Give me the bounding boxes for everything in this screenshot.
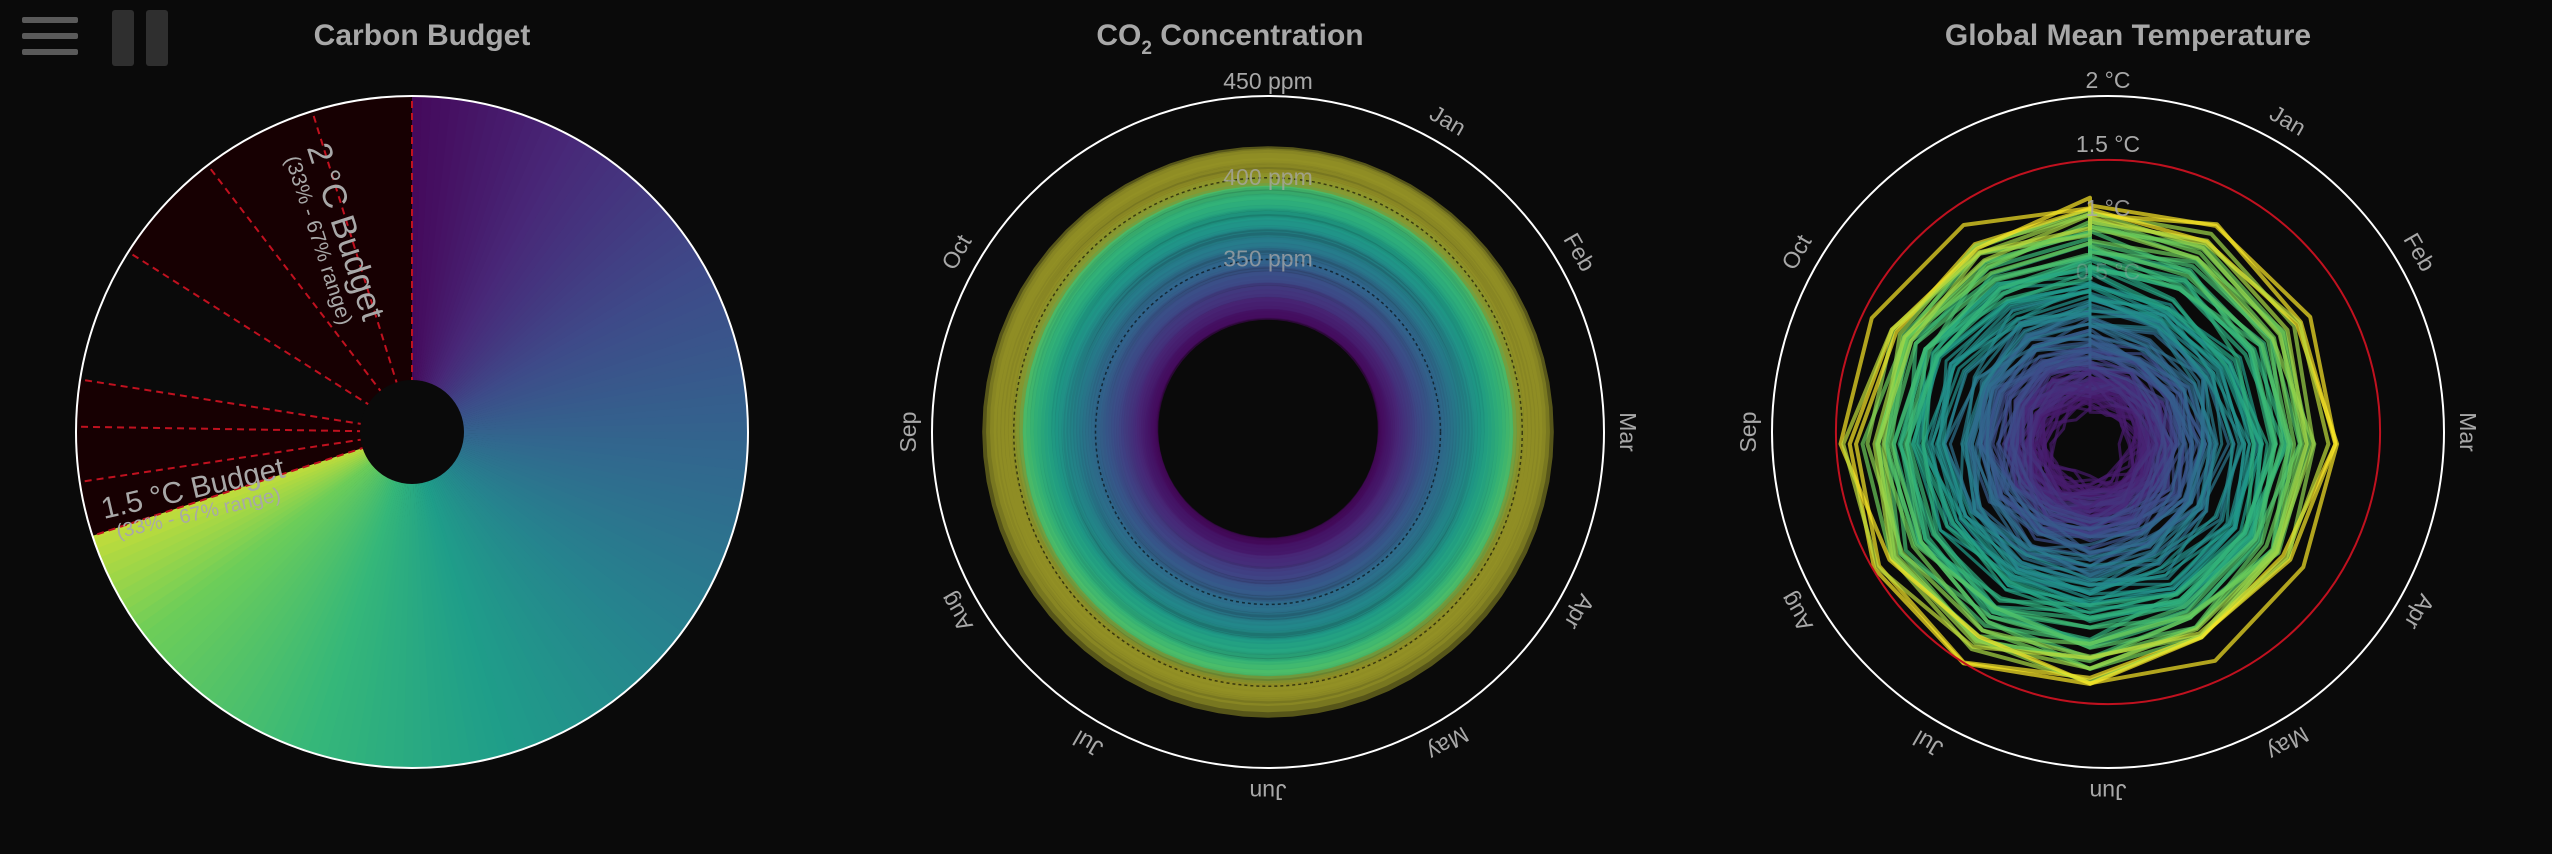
temperature-title: Global Mean Temperature	[1945, 19, 2311, 52]
month-label-text: Jan	[2265, 100, 2310, 141]
month-label-text: Aug	[1775, 588, 1818, 636]
month-label: Jan	[1425, 100, 1470, 141]
month-label-text: Apr	[1559, 590, 1600, 634]
month-label: Oct	[1776, 230, 1817, 275]
temperature-tick-label: 2 °C	[2086, 67, 2131, 93]
month-label-text: Mar	[2455, 412, 2481, 452]
co2-tick-label: 400 ppm	[1223, 164, 1313, 190]
co2-concentration-chart: CO2 Concentration 450 ppm 400 ppm 350 ppm J…	[895, 19, 1641, 805]
carbon-budget-title: Carbon Budget	[314, 19, 531, 52]
month-label-text: Sep	[1735, 412, 1761, 453]
month-label: Aug	[935, 588, 978, 636]
month-label-text: May	[1422, 722, 1473, 766]
month-label: May	[2262, 722, 2313, 766]
month-label-text: Jun	[2089, 779, 2126, 805]
month-label-text: Feb	[2398, 228, 2440, 275]
month-label-text: Oct	[936, 230, 977, 275]
co2-series-rings	[982, 146, 1554, 718]
month-label-text: Jun	[1249, 779, 1286, 805]
month-label-text: Jul	[1069, 725, 1107, 762]
month-label: Mar	[1615, 412, 1641, 452]
co2-tick-label: 350 ppm	[1223, 246, 1313, 272]
visualization: Carbon Budget 2 °C Budget(33% - 67% rang…	[75, 19, 2481, 805]
temperature-tick-label: 0.5 °C	[2076, 259, 2140, 285]
month-label: Aug	[1775, 588, 1818, 636]
month-label: Sep	[1735, 412, 1761, 453]
month-label: Feb	[1558, 228, 1600, 275]
month-label-text: Aug	[935, 588, 978, 636]
carbon-budget-chart: Carbon Budget 2 °C Budget(33% - 67% rang…	[75, 19, 749, 769]
month-label-text: Jan	[1425, 100, 1470, 141]
month-label: Jun	[1249, 779, 1286, 805]
month-label-text: Sep	[895, 412, 921, 453]
temperature-chart: Global Mean Temperature 2 °C 1.5 °C 1 °C 0.…	[1735, 19, 2481, 805]
month-label-text: May	[2262, 722, 2313, 766]
month-label-text: Mar	[1615, 412, 1641, 452]
month-label-text: Jul	[1909, 725, 1947, 762]
month-label: Oct	[936, 230, 977, 275]
month-label: Jul	[1069, 725, 1107, 762]
co2-title: CO2 Concentration	[1096, 19, 1363, 59]
month-label: Apr	[1559, 590, 1600, 634]
month-label-text: Apr	[2399, 590, 2440, 634]
month-label: Apr	[2399, 590, 2440, 634]
month-label-text: Feb	[1558, 228, 1600, 275]
month-label: Sep	[895, 412, 921, 453]
month-label: Jul	[1909, 725, 1947, 762]
temperature-tick-label: 1 °C	[2086, 195, 2131, 221]
month-label: Jan	[2265, 100, 2310, 141]
budget-center-hole	[360, 380, 464, 484]
temperature-tick-label: 1.5 °C	[2076, 131, 2140, 157]
month-label-text: Oct	[1776, 230, 1817, 275]
month-label: Jun	[2089, 779, 2126, 805]
month-label: Feb	[2398, 228, 2440, 275]
month-label: Mar	[2455, 412, 2481, 452]
co2-tick-label: 450 ppm	[1223, 68, 1313, 94]
month-label: May	[1422, 722, 1473, 766]
